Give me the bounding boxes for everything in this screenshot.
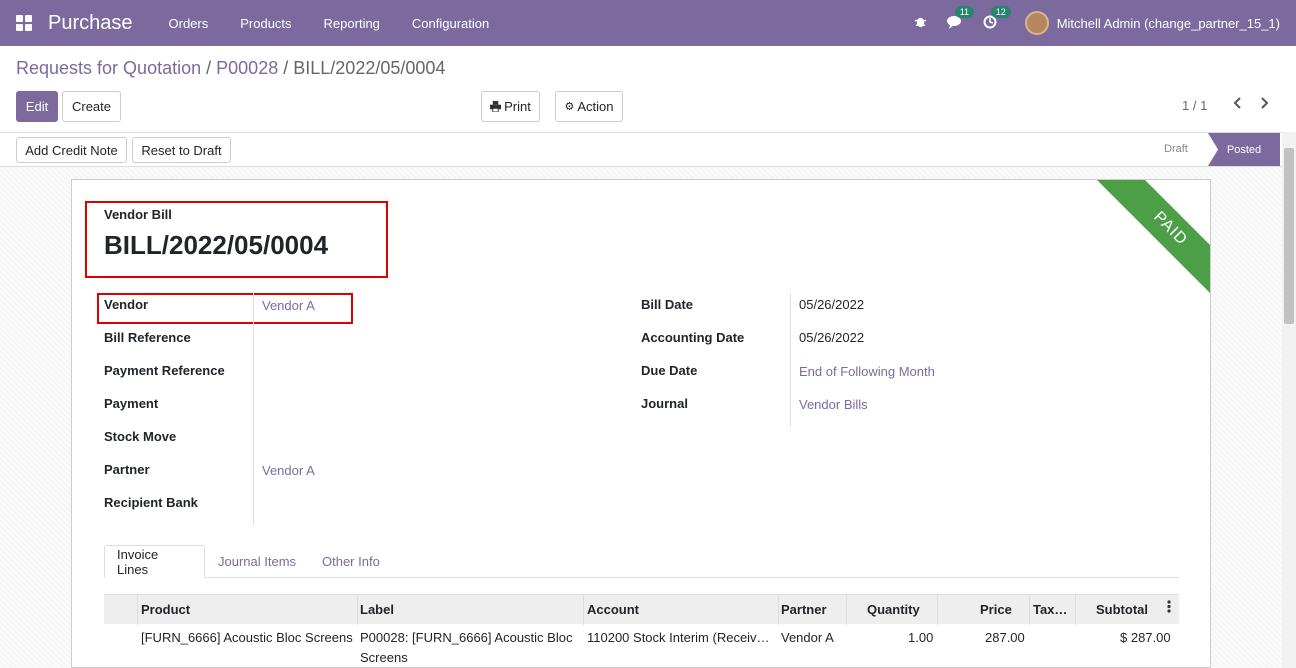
column-separator — [357, 595, 358, 625]
menu-configuration[interactable]: Configuration — [396, 16, 505, 31]
payment-reference-label: Payment Reference — [104, 363, 225, 378]
gear-icon: ⚙ — [564, 101, 575, 113]
pager-next-icon[interactable] — [1260, 96, 1270, 115]
vendor-label: Vendor — [104, 297, 149, 312]
cell-account[interactable]: 110200 Stock Interim (Receiv… — [587, 628, 770, 648]
vendor-value[interactable]: Vendor A — [262, 298, 315, 313]
column-separator — [778, 595, 779, 625]
breadcrumb-separator: / — [206, 58, 212, 78]
action-button-label: Action — [577, 99, 614, 114]
navbar-systray: 11 12 Mitchell Admin (change_partner_15_… — [894, 0, 1280, 46]
breadcrumb: Requests for Quotation / P00028 / BILL/2… — [16, 58, 445, 79]
breadcrumb-rfq[interactable]: Requests for Quotation — [16, 58, 201, 78]
journal-label: Journal — [641, 396, 688, 411]
menu-orders[interactable]: Orders — [153, 16, 225, 31]
bill-reference-label: Bill Reference — [104, 330, 191, 345]
status-posted[interactable]: Posted — [1208, 133, 1280, 166]
menu-products[interactable]: Products — [224, 16, 307, 31]
print-icon — [490, 101, 502, 112]
column-account[interactable]: Account — [587, 602, 639, 617]
apps-menu-icon[interactable] — [16, 15, 32, 31]
user-menu[interactable]: Mitchell Admin (change_partner_15_1) — [1057, 16, 1280, 31]
column-product[interactable]: Product — [141, 602, 190, 617]
breadcrumb-current: BILL/2022/05/0004 — [293, 58, 446, 78]
cell-label-line1: P00028: [FURN_6666] Acoustic Bloc — [360, 630, 573, 645]
recipient-bank-label: Recipient Bank — [104, 495, 198, 510]
column-separator — [846, 595, 847, 625]
column-separator — [137, 595, 138, 625]
action-button[interactable]: ⚙ Action — [555, 91, 623, 122]
breadcrumb-separator: / — [283, 58, 289, 78]
accounting-date-value: 05/26/2022 — [799, 330, 865, 345]
cell-quantity[interactable]: 1.00 — [908, 628, 933, 648]
column-separator — [1075, 595, 1076, 625]
due-date-label: Due Date — [641, 363, 698, 378]
cell-product[interactable]: [FURN_6666] Acoustic Bloc Screens — [141, 628, 353, 648]
document-type: Vendor Bill — [104, 207, 172, 222]
due-date-value[interactable]: End of Following Month — [799, 364, 935, 379]
bug-icon[interactable] — [914, 15, 927, 31]
messages-badge: 11 — [954, 5, 975, 18]
breadcrumb-order[interactable]: P00028 — [216, 58, 278, 78]
cell-price[interactable]: 287.00 — [985, 628, 1025, 648]
partner-label: Partner — [104, 462, 150, 477]
column-separator — [583, 595, 584, 625]
scrollbar-thumb[interactable] — [1284, 148, 1294, 324]
reset-to-draft-button[interactable]: Reset to Draft — [132, 137, 231, 163]
cell-subtotal: $ 287.00 — [1120, 630, 1171, 645]
optional-columns-icon[interactable] — [1167, 600, 1171, 616]
edit-button[interactable]: Edit — [16, 91, 58, 122]
bill-date-label: Bill Date — [641, 297, 694, 312]
field-separator — [790, 293, 791, 427]
tab-invoice-lines[interactable]: Invoice Lines — [104, 545, 205, 578]
tab-other-info[interactable]: Other Info — [310, 545, 392, 578]
add-credit-note-button[interactable]: Add Credit Note — [16, 137, 127, 163]
stock-move-label: Stock Move — [104, 429, 177, 444]
column-quantity[interactable]: Quantity — [867, 602, 920, 617]
messages-icon[interactable]: 11 — [946, 5, 975, 32]
accounting-date-label: Accounting Date — [641, 330, 745, 345]
journal-value[interactable]: Vendor Bills — [799, 397, 868, 412]
ribbon-label: PAID — [1080, 180, 1210, 319]
cell-label[interactable]: P00028: [FURN_6666] Acoustic Bloc Screen… — [360, 628, 573, 667]
notebook-tabs: Invoice Lines Journal Items Other Info — [104, 545, 1179, 578]
column-separator — [1029, 595, 1030, 625]
column-subtotal[interactable]: Subtotal — [1096, 602, 1148, 617]
status-bar: Add Credit Note Reset to Draft Draft Pos… — [0, 132, 1296, 167]
user-avatar[interactable] — [1024, 11, 1049, 35]
scrollbar[interactable] — [1282, 132, 1296, 668]
top-navbar: Purchase Orders Products Reporting Confi… — [0, 0, 1296, 46]
field-separator — [253, 293, 254, 526]
activities-badge: 12 — [990, 5, 1011, 18]
partner-value[interactable]: Vendor A — [262, 463, 315, 478]
create-button[interactable]: Create — [62, 91, 121, 122]
cell-partner[interactable]: Vendor A — [781, 628, 834, 648]
column-price[interactable]: Price — [980, 602, 1012, 617]
activities-icon[interactable]: 12 — [983, 5, 1011, 32]
column-separator — [937, 595, 938, 625]
print-button[interactable]: Print — [481, 91, 540, 122]
paid-ribbon: PAID — [1050, 180, 1210, 340]
status-draft[interactable]: Draft — [1164, 143, 1188, 155]
column-partner[interactable]: Partner — [781, 602, 827, 617]
lines-table-header: Product Label Account Partner Quantity P… — [104, 594, 1179, 625]
form-sheet: PAID Vendor Bill BILL/2022/05/0004 Vendo… — [71, 179, 1211, 668]
create-button-label: Create — [71, 99, 112, 114]
payment-label: Payment — [104, 396, 159, 411]
pager-previous-icon[interactable] — [1232, 96, 1242, 115]
tab-journal-items[interactable]: Journal Items — [206, 545, 308, 578]
document-name: BILL/2022/05/0004 — [104, 230, 329, 260]
app-name[interactable]: Purchase — [48, 12, 133, 35]
cell-label-line2: Screens — [360, 650, 408, 665]
column-taxes[interactable]: Tax… — [1033, 602, 1067, 617]
menu-reporting[interactable]: Reporting — [308, 16, 396, 31]
pager-value[interactable]: 1 / 1 — [1182, 98, 1207, 113]
column-label[interactable]: Label — [360, 602, 394, 617]
main-menu: Orders Products Reporting Configuration — [153, 16, 506, 31]
print-button-label: Print — [504, 99, 531, 114]
bill-date-value: 05/26/2022 — [799, 297, 865, 312]
